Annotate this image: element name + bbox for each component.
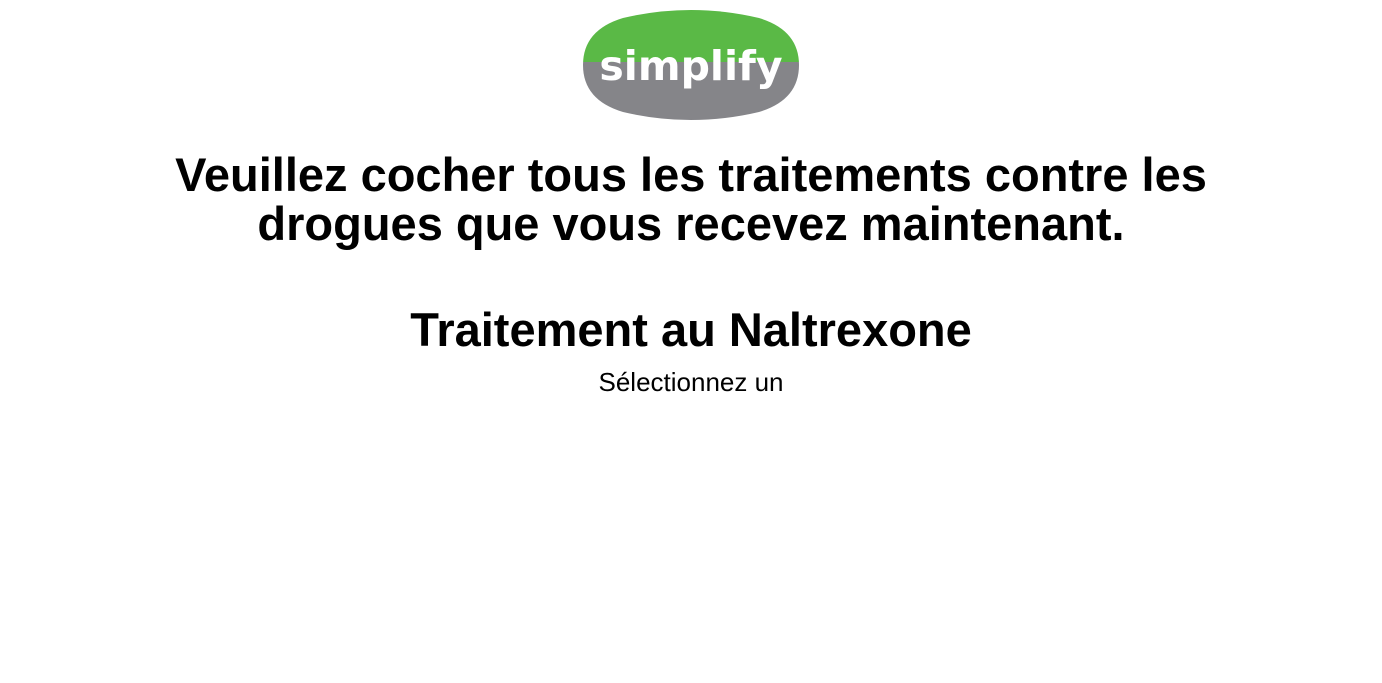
logo-wordmark: simplify bbox=[599, 42, 782, 90]
select-one-prompt: Sélectionnez un bbox=[598, 367, 784, 397]
question-line-1: Veuillez cocher tous les traitements con… bbox=[175, 148, 1207, 201]
treatment-section-title: Traitement au Naltrexone bbox=[410, 303, 972, 356]
question-line-2: drogues que vous recevez maintenant. bbox=[257, 197, 1125, 250]
survey-page: simplify Veuillez cocher tous les traite… bbox=[0, 0, 1382, 683]
simplify-logo: simplify bbox=[583, 10, 799, 120]
question-heading: Veuillez cocher tous les traitements con… bbox=[0, 150, 1382, 248]
